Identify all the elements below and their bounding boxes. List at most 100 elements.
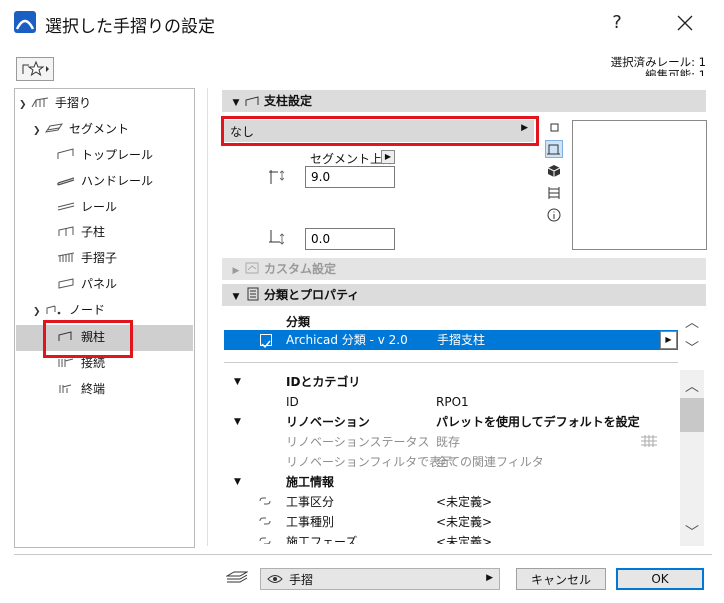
link-icon [258,512,272,532]
tree-item-end[interactable]: 終端 [57,377,105,401]
close-button[interactable] [668,9,702,37]
collapse-arrow-icon: ▼ [232,98,240,108]
prop-row-construction-1[interactable]: 工事区分 <未定義> [226,492,679,512]
grid-icon [640,434,658,454]
3d-view-icon[interactable] [547,164,561,178]
tree-item-segment[interactable]: ❯ セグメント [33,117,129,141]
height-input[interactable] [305,166,395,188]
prop-row-reno-filter: リノベーションフィルタで表示 全ての関連フィルタ [226,452,679,472]
prop-group-id-category[interactable]: ▼ IDとカテゴリ [226,372,679,392]
tree-label: ノード [69,303,106,317]
group-label: IDとカテゴリ [286,375,361,389]
chevron-down-icon: ❯ [33,126,41,136]
tree-label: トップレール [81,148,154,162]
link-icon [258,492,272,512]
offset-icon [268,228,290,246]
scroll-up-icon[interactable]: ︿ [684,312,700,332]
prop-value: <未定義> [436,535,493,544]
title-bar: 選択した手摺りの設定 ? [0,0,724,46]
classification-header[interactable]: ▼ 分類とプロパティ [222,284,706,306]
tree-item-rail[interactable]: レール [57,195,117,219]
elevation-view-icon[interactable] [545,140,563,158]
layer-popup[interactable]: 手摺 ▶ [260,568,500,590]
section-view-icon[interactable] [547,186,561,200]
railing-icon [31,92,49,108]
classification-value: 手摺支柱 [437,333,486,347]
custom-settings-title: カスタム設定 [264,262,337,276]
baluster-icon [57,247,75,262]
selection-info: 選択済みレール: 1 編集可能: 1 [610,55,706,77]
collapse-arrow-icon: ▼ [232,292,240,302]
tree-label: ハンドレール [81,174,154,188]
selected-count: 選択済みレール: 1 [610,55,706,69]
footer-divider [14,554,712,555]
window-title: 選択した手摺りの設定 [45,17,215,37]
rail-icon [57,196,75,211]
tree-item-railing[interactable]: ❯ 手摺り [19,91,91,115]
settings-tree: ❯ 手摺り ❯ セグメント トップレール ハンドレール レール 子柱 手摺子 パネル… [14,88,195,548]
classification-row[interactable]: Archicad 分類 - v 2.0 手摺支柱 [224,330,678,350]
tree-label: 接続 [81,356,106,370]
tree-label: 子柱 [81,225,106,239]
prop-label: リノベーションステータス [286,435,430,449]
classification-popup-button[interactable]: ▶ [660,331,677,349]
checkbox[interactable] [260,334,272,349]
prop-group-construction[interactable]: ▼ 施工情報 [226,472,679,492]
info-icon[interactable] [547,208,561,222]
post-icon [57,221,75,236]
prop-row-construction-3-clip: 施工フェーズ <未定義> [226,532,679,544]
toprail-icon [57,144,75,159]
eye-icon [267,572,283,589]
tree-item-baluster[interactable]: 手摺子 [57,246,117,270]
close-icon [677,15,693,31]
tree-item-panel[interactable]: パネル [57,272,117,296]
collapse-arrow-icon: ▼ [234,417,241,427]
tree-label: パネル [81,277,118,291]
help-button[interactable]: ? [602,9,632,37]
prop-value: 全ての関連フィルタ [436,455,544,469]
prop-value: RPO1 [436,395,469,409]
group-value: パレットを使用してデフォルトを設定 [436,415,640,429]
classification-title: 分類とプロパティ [264,288,360,302]
cancel-button[interactable]: キャンセル [516,568,606,590]
segment-top-toggle[interactable]: ▶ [381,150,395,164]
post-settings-header[interactable]: ▼ 支柱設定 [222,90,706,112]
chevron-down-icon: ❯ [19,100,27,110]
prop-label: リノベーションフィルタで表示 [286,455,454,469]
prop-label: 工事区分 [286,495,335,509]
tree-label: 手摺り [55,96,92,110]
node-icon [45,299,63,315]
group-label: リノベーション [286,415,370,429]
scroll-thumb[interactable] [680,398,704,432]
height-icon [268,168,290,186]
prop-value: 既存 [436,435,461,449]
custom-settings-icon [244,260,264,282]
scroll-down-icon[interactable]: ﹀ [684,338,700,358]
prop-row-construction-2[interactable]: 工事種別 <未定義> [226,512,679,532]
prop-label: ID [286,395,299,409]
tree-item-toprail[interactable]: トップレール [57,143,153,167]
layer-icon [225,570,249,586]
end-icon [57,378,75,393]
tree-item-node[interactable]: ❯ ノード [33,298,105,322]
tree-item-post[interactable]: 子柱 [57,220,105,244]
scroll-up-icon[interactable]: ︿ [684,376,700,396]
favorites-button[interactable] [16,57,54,81]
prop-row-construction-3[interactable]: 施工フェーズ <未定義> [226,532,679,544]
prop-row-id[interactable]: ID RPO1 [226,392,679,412]
collapse-arrow-icon: ▼ [234,477,241,487]
expand-arrow-icon: ▶ [232,266,240,276]
post-icon [244,92,264,114]
plan-view-icon[interactable] [549,122,561,134]
layer-value: 手摺 [289,573,314,587]
scroll-down-icon[interactable]: ﹀ [684,522,700,542]
offset-input[interactable] [305,228,395,250]
preview-box [572,120,707,250]
panel-icon [57,273,75,289]
ok-button[interactable]: OK [616,568,704,590]
handrail-icon [57,170,75,186]
prop-group-renovation[interactable]: ▼ リノベーション パレットを使用してデフォルトを設定 [226,412,679,432]
popup-arrow-icon: ▶ [486,573,493,583]
properties-scrollbar[interactable]: ︿ ﹀ [680,370,704,546]
tree-item-handrail[interactable]: ハンドレール [57,169,153,193]
